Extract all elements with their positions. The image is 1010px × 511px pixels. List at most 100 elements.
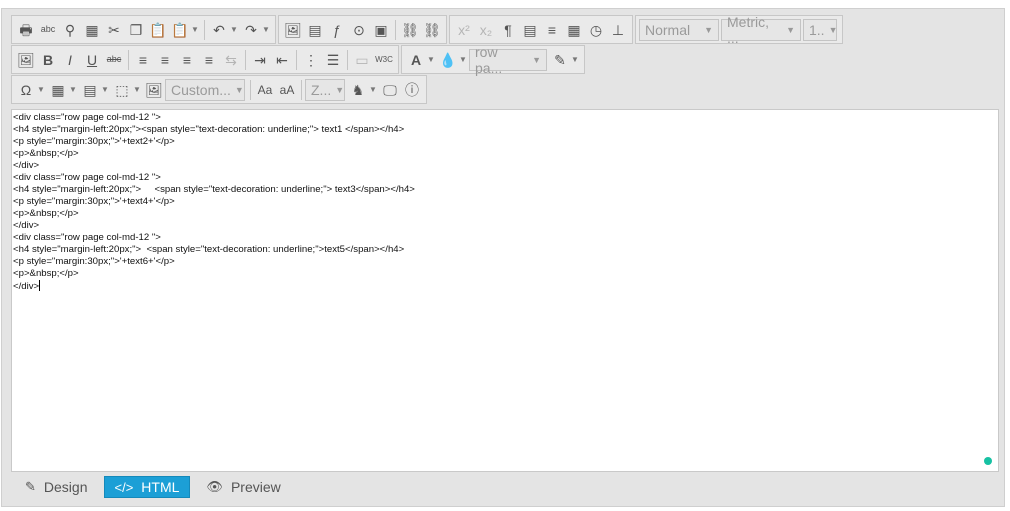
toolbar-group-color: A ▼ 💧 ▼ row pa... ▼ ✎ ▼ bbox=[401, 44, 585, 76]
toolbar-row-2: 🖼 B I U abc ≡ ≡ ≡ ≡ ⇆ ⇥ ⇤ ⋮ ☰ ▭ W3C A ▼ … bbox=[11, 44, 587, 76]
text-direction-icon[interactable]: ⇆ bbox=[220, 49, 242, 71]
table-icon[interactable]: ▦ bbox=[47, 79, 69, 101]
select-all-icon[interactable]: ▦ bbox=[81, 19, 103, 41]
image-map-icon[interactable]: ▤ bbox=[304, 19, 326, 41]
time-icon[interactable]: ◷ bbox=[585, 19, 607, 41]
text-caret bbox=[39, 280, 41, 291]
indent-icon[interactable]: ⇥ bbox=[249, 49, 271, 71]
redo-dropdown-icon[interactable]: ▼ bbox=[262, 19, 270, 41]
separator bbox=[128, 49, 129, 70]
source-tag-icon[interactable]: ▭ bbox=[351, 49, 373, 71]
spellcheck-icon[interactable]: abc bbox=[37, 19, 59, 41]
html-source-area[interactable]: <div class="row page col-md-12 "> <h4 st… bbox=[11, 109, 999, 472]
undo-dropdown-icon[interactable]: ▼ bbox=[230, 19, 238, 41]
insert-image-icon[interactable]: 🖼 bbox=[143, 79, 165, 101]
redo-icon[interactable]: ↷ bbox=[240, 19, 262, 41]
copy-icon[interactable]: ❐ bbox=[125, 19, 147, 41]
outdent-icon[interactable]: ⇤ bbox=[271, 49, 293, 71]
date-icon[interactable]: ▦ bbox=[563, 19, 585, 41]
bold-icon[interactable]: B bbox=[37, 49, 59, 71]
separator bbox=[301, 79, 302, 100]
tab-preview[interactable]: 👁 Preview bbox=[196, 476, 290, 498]
code-line: <div class="row page col-md-12 "> bbox=[13, 172, 161, 183]
puzzle-dropdown-icon[interactable]: ▼ bbox=[369, 79, 377, 101]
flash-icon[interactable]: ƒ bbox=[326, 19, 348, 41]
toolbar-group-style: 🖼 B I U abc ≡ ≡ ≡ ≡ ⇆ ⇥ ⇤ ⋮ ☰ ▭ W3C bbox=[11, 45, 399, 74]
image-icon[interactable]: 🖼 bbox=[282, 19, 304, 41]
clear-format-icon[interactable]: ✎ bbox=[549, 49, 571, 71]
code-line: <p style="margin:30px;">'+text4+'</p> bbox=[13, 196, 175, 207]
paste-icon[interactable]: 📋 bbox=[147, 19, 169, 41]
print-icon[interactable]: 🖶 bbox=[15, 19, 37, 41]
units-select[interactable]: Metric, ... ▼ bbox=[721, 14, 801, 46]
media-icon[interactable]: ⊙ bbox=[348, 19, 370, 41]
chevron-down-icon: ▼ bbox=[335, 84, 345, 95]
align-center-icon[interactable]: ≡ bbox=[154, 49, 176, 71]
align-right-icon[interactable]: ≡ bbox=[176, 49, 198, 71]
form-icon[interactable]: ▤ bbox=[79, 79, 101, 101]
custom-insert-select[interactable]: Custom... ▼ bbox=[165, 78, 245, 101]
preview-screen-icon[interactable]: 🖵 bbox=[379, 79, 401, 101]
w3c-validate-icon[interactable]: W3C bbox=[373, 49, 395, 71]
align-left-icon[interactable]: ≡ bbox=[132, 49, 154, 71]
tab-design[interactable]: ✎ Design bbox=[15, 476, 98, 498]
paragraph-format-select[interactable]: Normal ▼ bbox=[639, 18, 719, 41]
superscript-icon[interactable]: x² bbox=[453, 19, 475, 41]
paste-dropdown-icon[interactable]: ▼ bbox=[191, 19, 199, 41]
align-justify-icon[interactable]: ≡ bbox=[198, 49, 220, 71]
div-container-icon[interactable]: ⬚ bbox=[111, 79, 133, 101]
lowercase-icon[interactable]: Aa bbox=[254, 79, 276, 101]
div-dropdown-icon[interactable]: ▼ bbox=[133, 79, 141, 101]
toolbar-group-objects: Ω ▼ ▦ ▼ ▤ ▼ ⬚ ▼ 🖼 Custom... ▼ Aa aA Z... ▼… bbox=[11, 75, 427, 104]
table-dropdown-icon[interactable]: ▼ bbox=[69, 79, 77, 101]
zoom-select[interactable]: Z... ▼ bbox=[305, 78, 345, 101]
chevron-down-icon: ▼ bbox=[704, 24, 713, 35]
justify-icon[interactable]: ≡ bbox=[541, 19, 563, 41]
toolbar-group-insert: 🖼 ▤ ƒ ⊙ ▣ ⛓ ⛓ bbox=[278, 15, 447, 44]
paste-special-icon[interactable]: 📋 bbox=[169, 19, 191, 41]
cut-icon[interactable]: ✂ bbox=[103, 19, 125, 41]
code-icon: </> bbox=[114, 479, 134, 495]
html-source-code[interactable]: <div class="row page col-md-12 "> <h4 st… bbox=[12, 110, 998, 295]
paragraph-icon[interactable]: ¶ bbox=[497, 19, 519, 41]
background-image-icon[interactable]: 🖼 bbox=[15, 49, 37, 71]
separator bbox=[347, 49, 348, 70]
find-icon[interactable]: ⚲ bbox=[59, 19, 81, 41]
underline-icon[interactable]: U bbox=[81, 49, 103, 71]
code-line: </div> bbox=[13, 281, 40, 292]
highlight-dropdown-icon[interactable]: ▼ bbox=[459, 49, 467, 71]
paragraph-style-select[interactable]: row pa... ▼ bbox=[469, 44, 547, 76]
highlight-color-icon[interactable]: 💧 bbox=[437, 49, 459, 71]
numbered-list-icon[interactable]: ⋮ bbox=[300, 49, 322, 71]
separator bbox=[204, 19, 205, 40]
bullet-list-icon[interactable]: ☰ bbox=[322, 49, 344, 71]
code-line: <h4 style="margin-left:20px;"> <span sty… bbox=[13, 244, 405, 255]
toolbar-row-3: Ω ▼ ▦ ▼ ▤ ▼ ⬚ ▼ 🖼 Custom... ▼ Aa aA Z... ▼… bbox=[11, 75, 429, 104]
separator bbox=[250, 79, 251, 100]
undo-icon[interactable]: ↶ bbox=[208, 19, 230, 41]
font-size-select[interactable]: 1.. ▼ bbox=[803, 18, 838, 41]
toolbar-row-1: 🖶 abc ⚲ ▦ ✂ ❐ 📋 📋 ▼ ↶ ▼ ↷ ▼ 🖼 ▤ ƒ ⊙ ▣ ⛓ … bbox=[11, 14, 845, 46]
format-painter-icon[interactable]: ⊥ bbox=[607, 19, 629, 41]
uppercase-icon[interactable]: aA bbox=[276, 79, 298, 101]
special-chars-icon[interactable]: Ω bbox=[15, 79, 37, 101]
tab-html[interactable]: </> HTML bbox=[103, 476, 191, 498]
code-line: <div class="row page col-md-12 "> bbox=[13, 232, 161, 243]
clear-format-dropdown-icon[interactable]: ▼ bbox=[571, 49, 579, 71]
toolbar-group-format: Normal ▼ Metric, ... ▼ 1.. ▼ bbox=[635, 14, 843, 46]
document-icon[interactable]: ▣ bbox=[370, 19, 392, 41]
strikethrough-icon[interactable]: abc bbox=[103, 49, 125, 71]
font-color-dropdown-icon[interactable]: ▼ bbox=[427, 49, 435, 71]
form-dropdown-icon[interactable]: ▼ bbox=[101, 79, 109, 101]
symbols-icon[interactable]: ▤ bbox=[519, 19, 541, 41]
separator bbox=[245, 49, 246, 70]
puzzle-icon[interactable]: ♞ bbox=[347, 79, 369, 101]
chevron-down-icon: ▼ bbox=[828, 24, 838, 35]
info-icon[interactable]: ⓘ bbox=[401, 79, 423, 101]
subscript-icon[interactable]: x₂ bbox=[475, 19, 497, 41]
link-icon[interactable]: ⛓ bbox=[399, 19, 421, 41]
italic-icon[interactable]: I bbox=[59, 49, 81, 71]
unlink-icon[interactable]: ⛓ bbox=[421, 19, 443, 41]
special-chars-dropdown-icon[interactable]: ▼ bbox=[37, 79, 45, 101]
font-color-icon[interactable]: A bbox=[405, 49, 427, 71]
